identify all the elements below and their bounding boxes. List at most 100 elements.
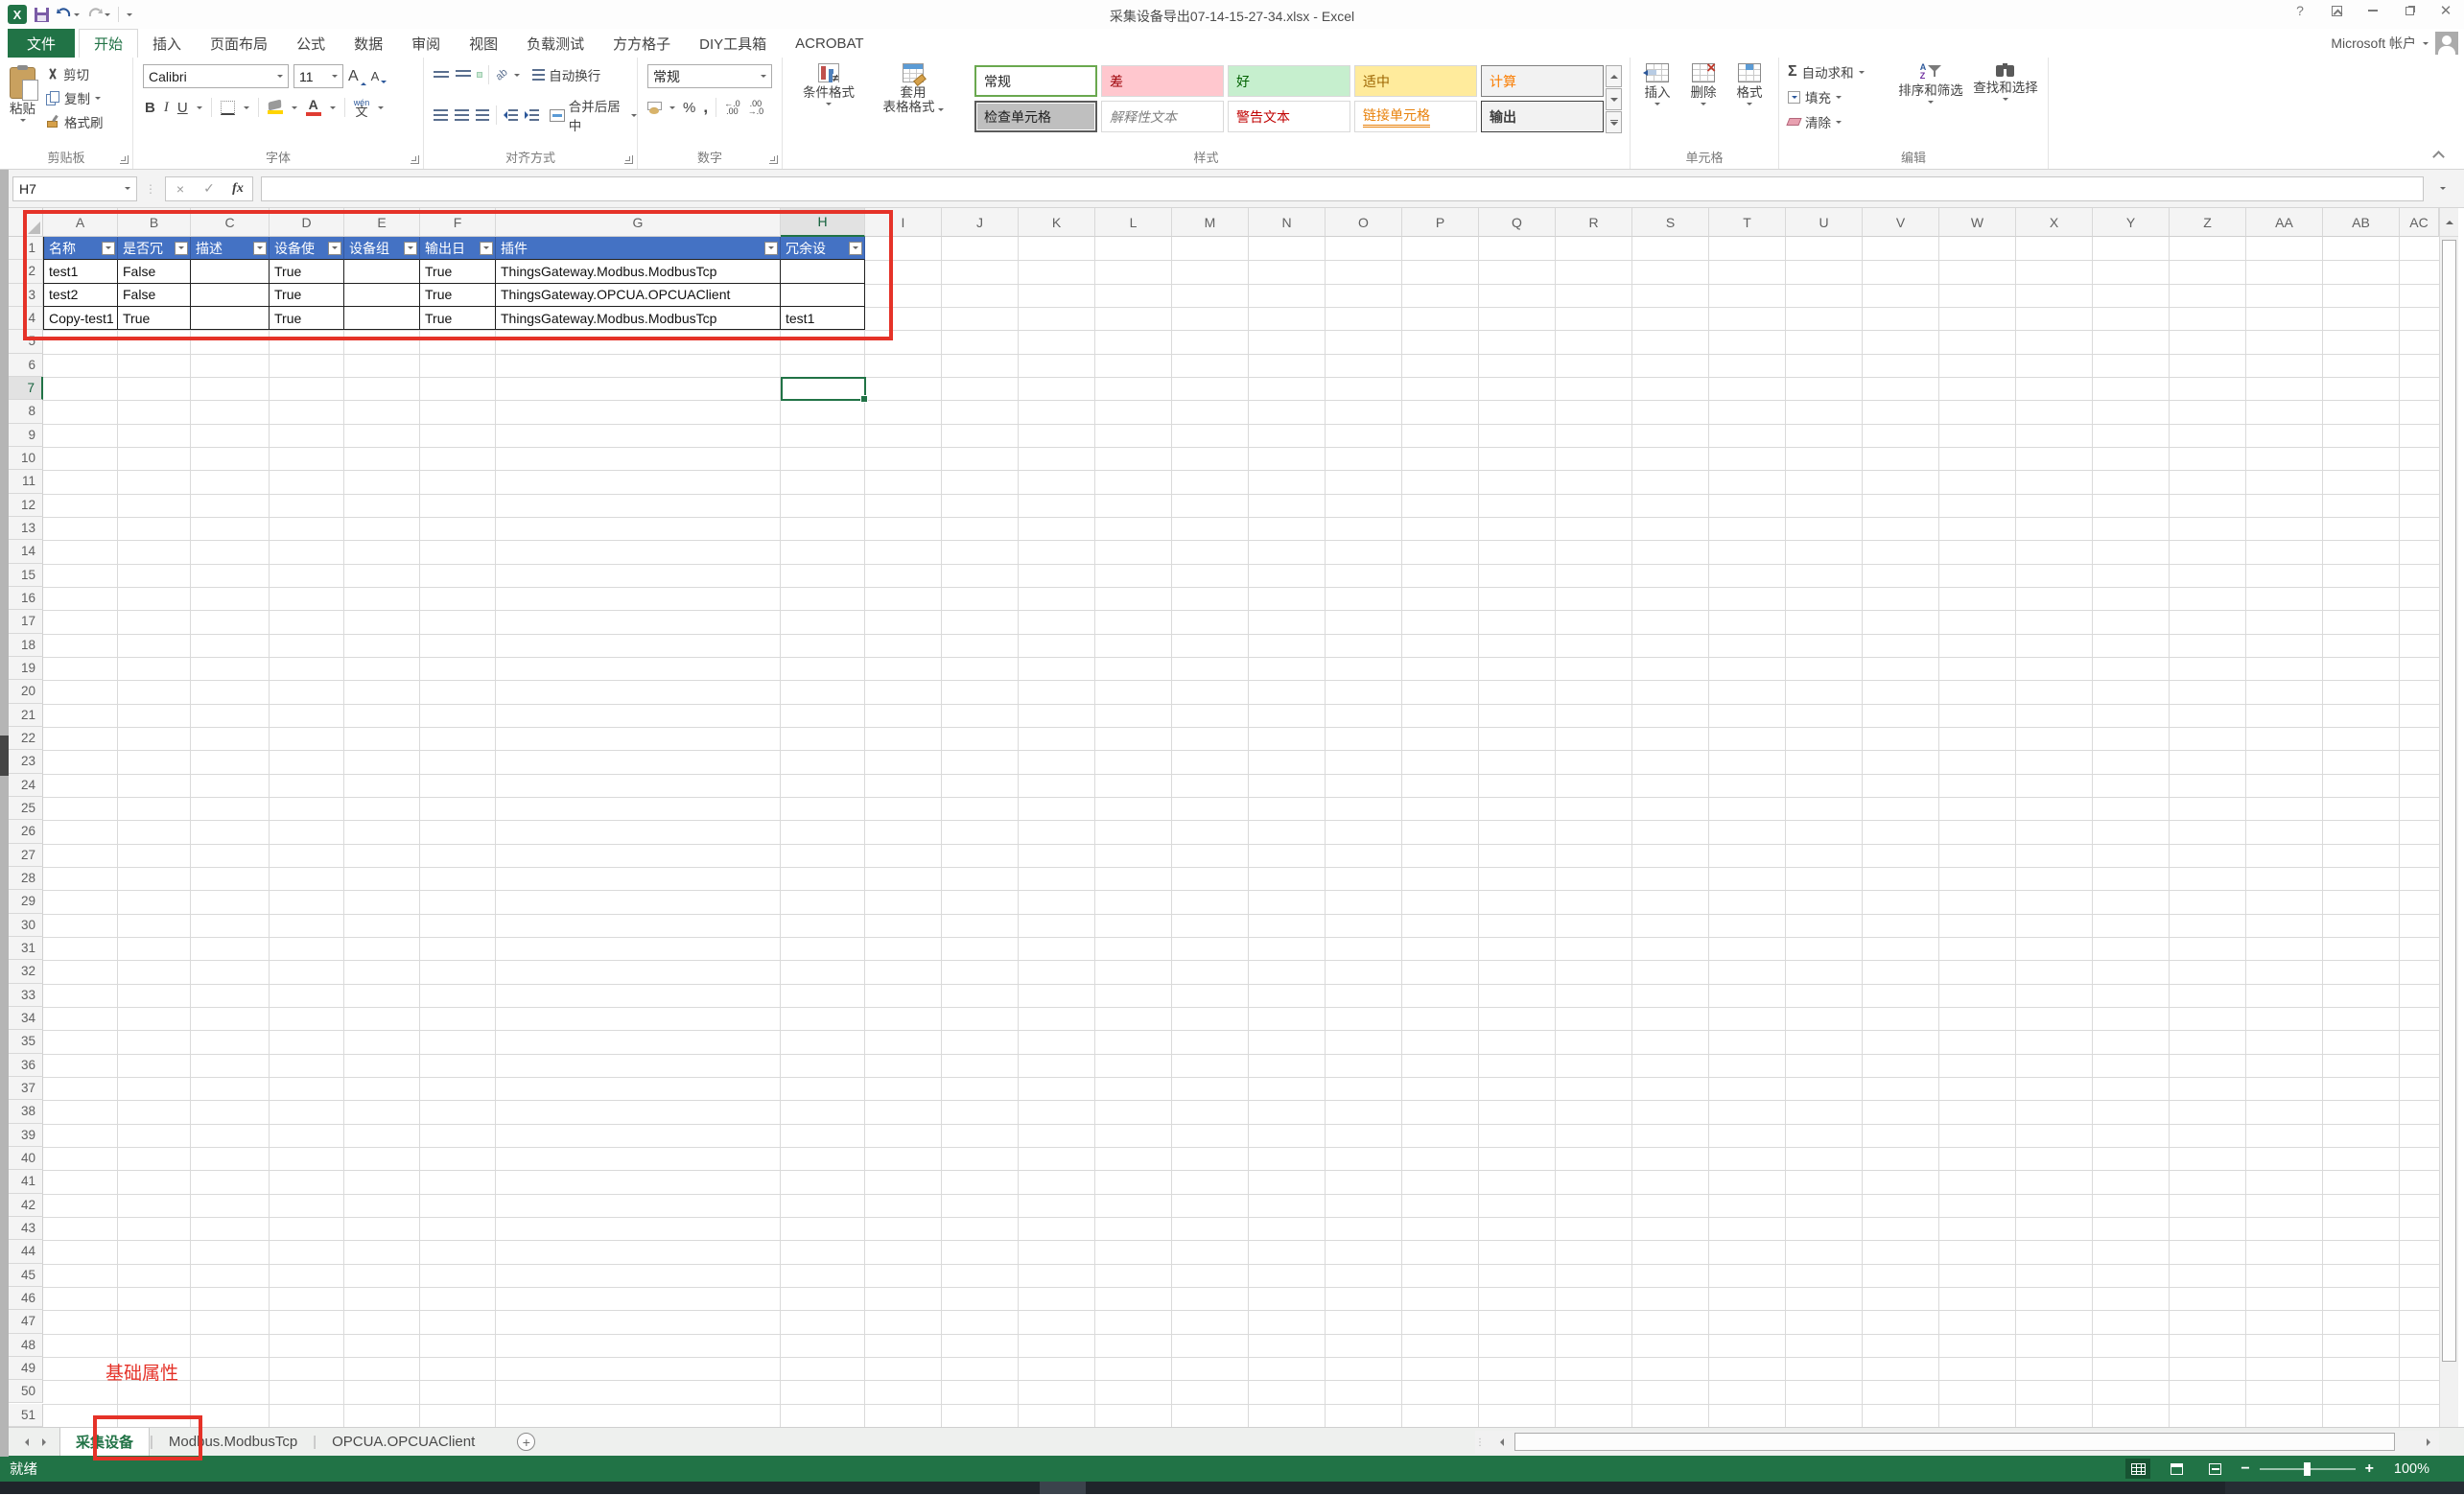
column-header-L[interactable]: L (1095, 208, 1172, 237)
font-color-dropdown-icon[interactable] (330, 106, 336, 109)
sort-filter-button[interactable]: AZ 排序和筛选 (1894, 58, 1967, 146)
name-box[interactable]: H7 (12, 176, 137, 201)
column-header-AA[interactable]: AA (2246, 208, 2323, 237)
avatar[interactable] (2435, 32, 2458, 55)
increase-indent-icon[interactable] (525, 109, 539, 121)
column-header-K[interactable]: K (1019, 208, 1095, 237)
page-layout-view-button[interactable] (2164, 1459, 2189, 1479)
prev-sheet-icon[interactable] (25, 1438, 29, 1446)
insert-function-icon[interactable]: fx (223, 181, 252, 197)
zoom-out-button[interactable]: − (2241, 1460, 2249, 1478)
restore-icon[interactable] (2391, 0, 2428, 21)
cell-style-neutral[interactable]: 适中 (1354, 65, 1477, 97)
fill-color-dropdown-icon[interactable] (292, 106, 297, 109)
ribbon-tab-开始[interactable]: 开始 (79, 29, 138, 58)
column-header-V[interactable]: V (1863, 208, 1939, 237)
zoom-slider-thumb[interactable] (2304, 1462, 2311, 1476)
save-icon[interactable] (35, 8, 49, 22)
cell-style-explain[interactable]: 解释性文本 (1101, 101, 1224, 132)
bold-button[interactable]: B (145, 100, 155, 116)
undo-icon[interactable] (57, 8, 80, 21)
increase-decimal-button[interactable]: ←.0 .00 (724, 100, 740, 115)
ribbon-tab-文件[interactable]: 文件 (8, 29, 75, 58)
scrollbar-drag-dots[interactable]: ⋮ (1475, 1437, 1486, 1448)
collapse-ribbon-icon[interactable] (2432, 151, 2445, 163)
customize-qat-icon[interactable] (127, 13, 132, 16)
sheet-tab-OPCUA.OPCUAClient[interactable]: OPCUA.OPCUAClient (317, 1428, 490, 1456)
cell-style-check[interactable]: 检查单元格 (974, 101, 1097, 132)
clear-button[interactable]: 清除 (1785, 111, 1867, 132)
dock-handle[interactable] (0, 736, 9, 776)
ribbon-tab-DIY工具箱[interactable]: DIY工具箱 (685, 29, 781, 58)
top-align-icon[interactable] (434, 71, 449, 79)
alignment-dialog-launcher-icon[interactable] (624, 155, 633, 164)
cell-style-normal[interactable]: 常规 (974, 65, 1097, 97)
help-icon[interactable]: ? (2282, 0, 2318, 21)
ribbon-tab-审阅[interactable]: 审阅 (397, 29, 455, 58)
find-select-button[interactable]: 查找和选择 (1969, 58, 2042, 146)
grow-font-button[interactable]: A (348, 68, 366, 85)
horizontal-scroll-thumb[interactable] (1514, 1433, 2395, 1451)
delete-cells-button[interactable]: 删除 (1680, 58, 1726, 146)
orientation-icon[interactable]: ab (494, 66, 510, 82)
ribbon-tab-数据[interactable]: 数据 (340, 29, 397, 58)
ribbon-tab-负载测试[interactable]: 负载测试 (512, 29, 598, 58)
column-header-N[interactable]: N (1249, 208, 1326, 237)
italic-button[interactable]: I (164, 100, 169, 116)
selected-cell[interactable] (781, 377, 866, 401)
redo-icon[interactable] (87, 8, 110, 21)
column-header-W[interactable]: W (1939, 208, 2016, 237)
ribbon-tab-插入[interactable]: 插入 (138, 29, 196, 58)
column-header-M[interactable]: M (1172, 208, 1249, 237)
phonetic-dropdown-icon[interactable] (378, 106, 384, 109)
paste-button[interactable]: 粘贴 (10, 59, 35, 148)
font-color-button[interactable]: A (306, 99, 321, 116)
zoom-slider[interactable] (2260, 1468, 2356, 1470)
column-header-AC[interactable]: AC (2400, 208, 2439, 237)
taskbar-window-button[interactable] (1040, 1482, 1086, 1494)
ribbon-tab-ACROBAT[interactable]: ACROBAT (781, 29, 878, 58)
account-area[interactable]: Microsoft 帐户 (2331, 29, 2458, 58)
orientation-dropdown-icon[interactable] (514, 74, 520, 77)
shrink-font-button[interactable]: A (371, 69, 387, 83)
horizontal-scrollbar[interactable]: ⋮ (1475, 1431, 2439, 1454)
font-family-select[interactable]: Calibri (143, 64, 289, 88)
decrease-indent-icon[interactable] (504, 109, 518, 121)
number-dialog-launcher-icon[interactable] (769, 155, 778, 164)
cancel-formula-icon[interactable]: × (166, 181, 195, 197)
scroll-left-icon[interactable] (1491, 1432, 1513, 1453)
merge-center-button[interactable]: 合并后居中 (550, 96, 637, 134)
format-as-table-button[interactable]: 套用表格格式 (869, 58, 957, 146)
gallery-up-icon[interactable] (1606, 65, 1622, 87)
formula-input[interactable] (261, 176, 2424, 201)
ribbon-tab-公式[interactable]: 公式 (282, 29, 340, 58)
close-icon[interactable]: ✕ (2428, 0, 2464, 21)
scroll-up-icon[interactable] (2440, 208, 2458, 237)
phonetic-button[interactable]: wén文 (354, 99, 370, 116)
font-dialog-launcher-icon[interactable] (411, 155, 419, 164)
zoom-in-button[interactable]: + (2365, 1460, 2374, 1478)
column-header-Y[interactable]: Y (2093, 208, 2170, 237)
undo-dropdown-icon[interactable] (74, 13, 80, 16)
format-painter-button[interactable]: 格式刷 (43, 111, 106, 132)
normal-view-button[interactable] (2125, 1459, 2150, 1479)
scroll-right-icon[interactable] (2418, 1432, 2439, 1453)
ribbon-tab-页面布局[interactable]: 页面布局 (196, 29, 282, 58)
align-left-icon[interactable] (434, 109, 448, 121)
borders-dropdown-icon[interactable] (244, 106, 249, 109)
fill-color-button[interactable] (268, 101, 283, 114)
column-header-X[interactable]: X (2016, 208, 2093, 237)
underline-button[interactable]: U (177, 100, 188, 116)
column-header-Z[interactable]: Z (2170, 208, 2246, 237)
page-break-view-button[interactable] (2202, 1459, 2227, 1479)
column-header-T[interactable]: T (1709, 208, 1786, 237)
align-right-icon[interactable] (476, 109, 490, 121)
column-header-Q[interactable]: Q (1479, 208, 1556, 237)
comma-style-button[interactable]: , (703, 98, 708, 117)
format-cells-button[interactable]: 格式 (1726, 58, 1772, 146)
bottom-align-icon[interactable] (478, 73, 481, 77)
ribbon-display-options-icon[interactable] (2318, 0, 2355, 21)
cell-style-output[interactable]: 输出 (1481, 101, 1604, 132)
minimize-icon[interactable] (2355, 0, 2391, 21)
conditional-formatting-button[interactable]: 条件格式 (788, 58, 869, 146)
